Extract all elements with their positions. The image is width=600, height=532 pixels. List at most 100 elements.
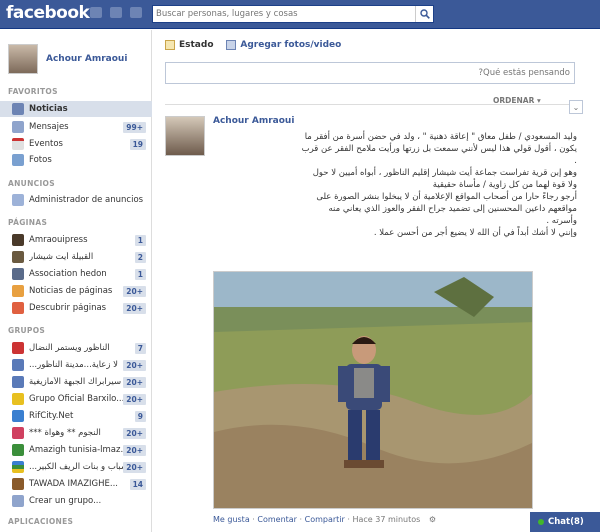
nav-item-group[interactable]: سيرابراك الجبهة الأمازيغية 20+ [0,374,152,390]
nav-item-group[interactable]: Grupo Oficial Barxilo... 20+ [0,391,152,407]
chat-label: Chat(8) [548,517,584,527]
news-feed: Estado Agregar fotos/video ORDENAR ▾ ⌄ A… [153,30,600,532]
section-apps-title: APLICACIONES [8,517,74,526]
nav-item-group[interactable]: ...لا زعاية...مدينة الناظور 20+ [0,357,152,373]
composer-tabs: Estado Agregar fotos/video [165,40,575,53]
post-author-name[interactable]: Achour Amraoui [213,116,294,126]
nav-item-photos[interactable]: Fotos [0,152,152,168]
left-sidebar: Achour Amraoui FAVORITOS Noticias Mensaj… [0,30,152,532]
nav-item-page[interactable]: Association hedon 1 [0,266,152,282]
post-author-avatar[interactable] [165,116,205,156]
nav-item-page-news[interactable]: Noticias de páginas 20+ [0,283,152,299]
search-button[interactable] [415,6,433,22]
nav-item-group[interactable]: الناظور ويستمر النضال 7 [0,340,152,356]
page-news-icon [12,285,24,297]
nav-item-create-group[interactable]: Crear un grupo... [0,493,152,509]
avatar[interactable] [8,44,38,74]
count-badge: 2 [134,251,146,263]
nav-item-events[interactable]: Eventos 19 [0,136,152,152]
post-timestamp[interactable]: Hace 37 minutos [352,515,420,524]
group-icon [12,359,24,371]
messages-icon[interactable] [110,7,122,18]
post-actions: Me gusta · Comentar · Compartir · Hace 3… [213,515,437,524]
page-thumbnail-icon [12,268,24,280]
top-bar: facebook [0,0,600,29]
nav-item-group[interactable]: *** النجوم ** وهواة 20+ [0,425,152,441]
group-icon [12,376,24,388]
nav-item-ads-manager[interactable]: Administrador de anuncios [0,192,152,208]
nav-item-news[interactable]: Noticias [0,101,152,117]
post-line: مواقعهم داعين المحسنين إلى تضميد جراح ال… [328,204,577,214]
photo-boy-outdoors [214,272,532,508]
like-link[interactable]: Me gusta [213,515,250,524]
amazigh-flag-icon [12,461,24,473]
nav-item-page[interactable]: Amraouipress 1 [0,232,152,248]
post-photo[interactable] [213,271,533,509]
page-thumbnail-icon [12,251,24,263]
discover-pages-icon [12,302,24,314]
nav-item-group[interactable]: ...شباب و بنات الريف الكبير 20+ [0,459,152,475]
count-badge: 20+ [123,285,146,297]
count-badge: 20+ [123,376,146,388]
group-icon [12,342,24,354]
section-ads-title: ANUNCIOS [8,179,55,188]
count-badge: 20+ [123,393,146,405]
nav-item-discover-pages[interactable]: Descubrir páginas 20+ [0,300,152,316]
nav-item-group[interactable]: RifCity.Net 9 [0,408,152,424]
nav-item-group[interactable]: Amazigh tunisia-lmaz... 20+ [0,442,152,458]
tab-add-photo[interactable]: Agregar fotos/video [226,40,341,50]
notifications-icon[interactable] [130,7,142,18]
status-box [165,62,575,84]
share-link[interactable]: Compartir [305,515,345,524]
photo-icon [226,40,237,50]
post-message: وليد المسعودي / طفل معاق " إعاقة ذهنية "… [213,131,577,239]
post-line: يكون ، أقول قولي هذا ليس لأنني سمعت بل ز… [301,144,577,154]
chat-bar[interactable]: Chat(8) [530,512,600,532]
sort-button[interactable]: ORDENAR ▾ [493,96,541,105]
calendar-icon [12,138,24,150]
count-badge: 20+ [123,427,146,439]
gear-icon[interactable]: ⚙ [429,515,436,524]
group-icon [12,444,24,456]
profile-link[interactable]: Achour Amraoui [8,44,127,74]
news-feed-icon [12,103,24,115]
count-badge: 20+ [123,359,146,371]
comment-link[interactable]: Comentar [257,515,297,524]
nav-item-messages[interactable]: Mensajes 99+ [0,119,152,135]
nav-item-group[interactable]: TAWADA IMAZIGHE... 14 [0,476,152,492]
profile-name[interactable]: Achour Amraoui [46,54,127,64]
post-line: . [574,156,577,166]
photos-icon [12,154,24,166]
count-badge: 14 [129,478,146,490]
group-icon [12,478,24,490]
post-line: وهو إبن قرية تفراست جماعة أيت شيشار إقلي… [312,168,577,178]
count-badge: 7 [134,342,146,354]
facebook-logo[interactable]: facebook [6,3,90,23]
post-line: أرجو رجاءً حارا من أصحاب المواقع الإعلام… [316,192,577,202]
count-badge: 20+ [123,444,146,456]
nav-item-page[interactable]: القبيلة أيت شيشار 2 [0,249,152,265]
post-line: وليد المسعودي / طفل معاق " إعاقة ذهنية "… [304,132,577,142]
post-line: وأسرته . [546,216,577,226]
page-thumbnail-icon [12,234,24,246]
search-box [152,5,434,23]
post-options-button[interactable]: ⌄ [569,100,583,114]
chevron-down-icon: ⌄ [572,102,580,112]
group-icon [12,410,24,422]
online-status-icon [538,519,544,525]
section-pages-title: PÁGINAS [8,218,48,227]
post-line: ولا قوة لهما من كل زاوية / مأساة حقيقية [432,180,577,190]
create-group-icon [12,495,24,507]
count-badge: 19 [129,138,146,150]
count-badge: 1 [134,268,146,280]
messages-icon [12,121,24,133]
section-groups-title: GRUPOS [8,326,46,335]
count-badge: 99+ [123,121,146,133]
count-badge: 20+ [123,302,146,314]
ads-manager-icon [12,194,24,206]
tab-status[interactable]: Estado [165,40,214,50]
friend-requests-icon[interactable] [90,7,102,18]
search-input[interactable] [153,6,411,22]
status-input[interactable] [166,63,574,83]
count-badge: 9 [134,410,146,422]
